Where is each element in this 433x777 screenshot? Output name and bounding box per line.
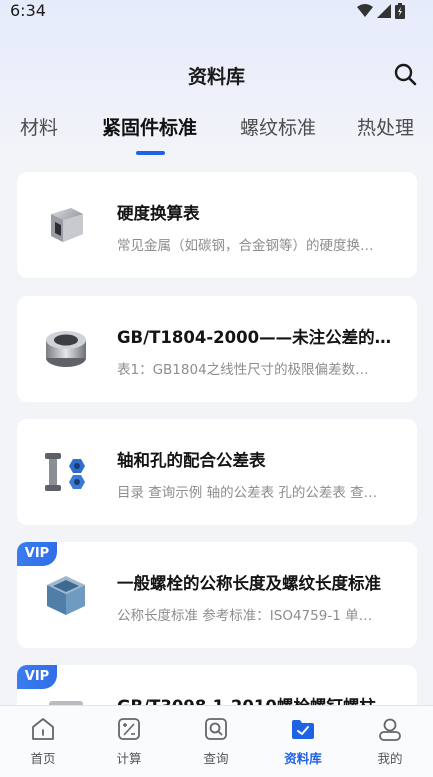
bottom-navigation: 首页 计算 查询 资料库 我的 xyxy=(0,705,433,777)
nav-label: 计算 xyxy=(116,751,142,766)
home-icon xyxy=(32,718,54,740)
tab-thread-standards[interactable]: 螺纹标准 xyxy=(240,113,316,140)
tab-materials[interactable]: 材料 xyxy=(20,113,58,140)
wifi-icon xyxy=(357,4,373,17)
folder-icon xyxy=(292,720,314,739)
vip-badge: VIP xyxy=(17,665,57,689)
active-tab-indicator xyxy=(136,151,165,155)
list-item[interactable]: VIP 一般螺栓的公称长度及螺纹长度标准 公称长度标准 参考标准：ISO4759… xyxy=(17,542,417,648)
item-description: 表1：GB1804之线性尺寸的极限偏差数… xyxy=(117,362,369,378)
tab-fastener-standards[interactable]: 紧固件标准 xyxy=(102,113,197,140)
list-item[interactable]: GB/T1804-2000——未注公差的线… 表1：GB1804之线性尺寸的极限… xyxy=(17,296,417,402)
battery-icon xyxy=(395,3,405,19)
vip-badge: VIP xyxy=(17,542,57,566)
nav-library[interactable]: 资料库 xyxy=(260,706,346,777)
ring-icon xyxy=(46,331,86,367)
status-time: 6:34 xyxy=(10,1,46,20)
calculator-icon xyxy=(118,718,140,740)
list-item[interactable]: 硬度换算表 常见金属（如碳钢，合金钢等）的硬度换… xyxy=(17,172,417,278)
query-icon xyxy=(205,718,227,740)
item-description: 公称长度标准 参考标准：ISO4759-1 单… xyxy=(117,608,373,624)
nav-label: 首页 xyxy=(30,751,56,766)
item-description: 目录 查询示例 轴的公差表 孔的公差表 查… xyxy=(117,485,378,501)
item-description: 常见金属（如碳钢，合金钢等）的硬度换… xyxy=(117,238,374,254)
nav-label: 查询 xyxy=(203,751,229,766)
nav-label: 资料库 xyxy=(284,751,322,766)
tab-heat-treatment[interactable]: 热处理 xyxy=(357,113,414,140)
profile-icon xyxy=(379,718,401,741)
search-button[interactable] xyxy=(393,62,417,86)
square-tube-icon xyxy=(51,208,83,242)
status-bar: 6:34 xyxy=(0,0,433,26)
cube-icon xyxy=(47,576,85,615)
nav-profile[interactable]: 我的 xyxy=(347,706,433,777)
list-item[interactable]: 轴和孔的配合公差表 目录 查询示例 轴的公差表 孔的公差表 查… xyxy=(17,419,417,525)
nav-home[interactable]: 首页 xyxy=(0,706,86,777)
nav-calculate[interactable]: 计算 xyxy=(86,706,172,777)
shaft-hole-icon xyxy=(45,453,85,491)
item-title: 轴和孔的配合公差表 xyxy=(117,451,266,470)
header: 资料库 xyxy=(0,58,433,92)
item-title: GB/T1804-2000——未注公差的线… xyxy=(117,328,402,347)
item-title: 一般螺栓的公称长度及螺纹长度标准 xyxy=(117,574,381,593)
status-icons xyxy=(357,3,405,19)
item-title: 硬度换算表 xyxy=(117,204,200,223)
signal-icon xyxy=(377,4,391,18)
search-icon xyxy=(394,63,417,86)
nav-query[interactable]: 查询 xyxy=(173,706,259,777)
category-tabs: 材料 紧固件标准 螺纹标准 热处理 xyxy=(0,113,433,157)
nav-label: 我的 xyxy=(377,751,403,766)
page-title: 资料库 xyxy=(187,66,245,88)
